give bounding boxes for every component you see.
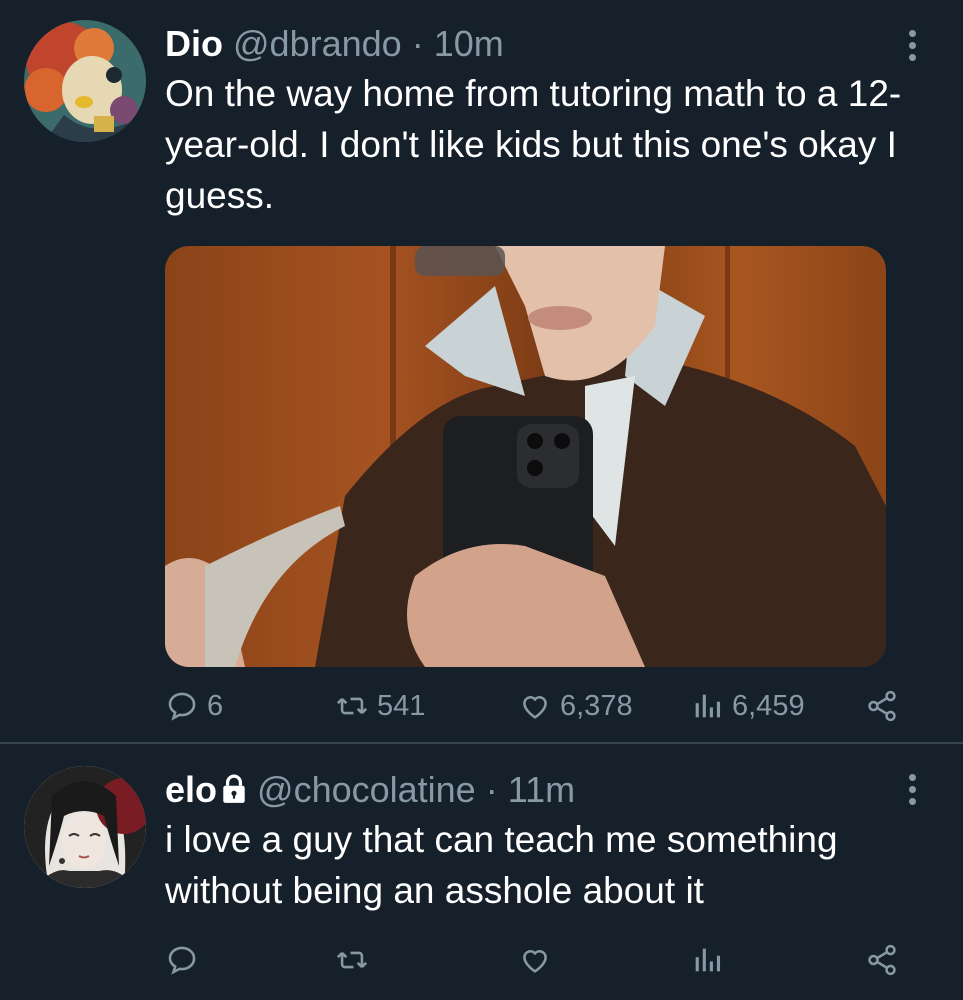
- share-icon: [868, 944, 896, 976]
- share-button[interactable]: [865, 940, 907, 980]
- reply-count: 6: [207, 689, 224, 722]
- tweet[interactable]: Dio @dbrando · 10m On the way home from …: [0, 0, 963, 743]
- retweet-count: 541: [377, 689, 426, 722]
- like-icon: [523, 950, 547, 973]
- author-handle[interactable]: @chocolatine: [257, 769, 476, 810]
- timestamp[interactable]: 11m: [508, 769, 575, 810]
- timestamp[interactable]: 10m: [434, 23, 504, 64]
- retweet-button[interactable]: [335, 940, 377, 980]
- tweet-actions: [165, 940, 915, 980]
- retweet-icon: [336, 697, 368, 715]
- tweet-photo[interactable]: [165, 246, 886, 667]
- tweet-header: elo @chocolatine · 11m: [165, 768, 575, 812]
- separator: ·: [411, 23, 424, 64]
- reply-icon: [168, 946, 196, 975]
- like-button[interactable]: [518, 940, 560, 980]
- views-icon: [695, 694, 721, 718]
- reply-button[interactable]: 6: [165, 686, 223, 726]
- share-icon: [868, 690, 896, 722]
- separator: ·: [485, 769, 498, 810]
- like-icon: [523, 696, 547, 719]
- like-count: 6,378: [560, 689, 633, 722]
- author-name[interactable]: elo: [165, 769, 217, 810]
- more-icon[interactable]: [907, 774, 917, 808]
- tweet-header: Dio @dbrando · 10m: [165, 22, 504, 66]
- avatar[interactable]: [24, 20, 146, 142]
- tweet-actions: 6 541 6,378 6,459: [165, 686, 915, 726]
- reply-icon: [168, 692, 196, 721]
- retweet-button[interactable]: 541: [335, 686, 425, 726]
- views-button[interactable]: [690, 940, 732, 980]
- more-icon[interactable]: [907, 30, 917, 64]
- retweet-icon: [336, 951, 368, 969]
- lock-icon: [223, 774, 245, 803]
- tweet-text: On the way home from tutoring math to a …: [165, 73, 902, 216]
- reply-button[interactable]: [165, 940, 207, 980]
- tweet[interactable]: elo @chocolatine · 11m i love a guy that…: [0, 744, 963, 1000]
- share-button[interactable]: [865, 686, 907, 726]
- tweet-text: i love a guy that can teach me something…: [165, 819, 838, 911]
- author-name[interactable]: Dio: [165, 23, 223, 64]
- like-button[interactable]: 6,378: [518, 686, 633, 726]
- avatar[interactable]: [24, 766, 146, 888]
- author-handle[interactable]: @dbrando: [233, 23, 402, 64]
- views-button[interactable]: 6,459: [690, 686, 805, 726]
- view-count: 6,459: [732, 689, 805, 722]
- views-icon: [695, 948, 721, 972]
